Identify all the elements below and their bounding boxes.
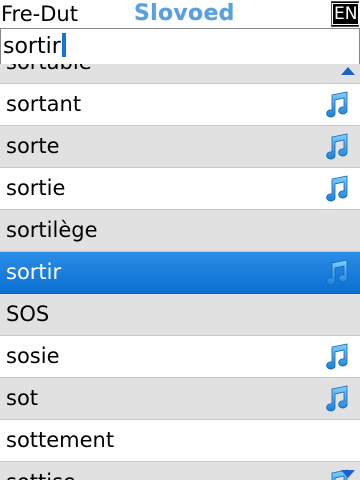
language-toggle-label: EN [332, 3, 360, 25]
list-item[interactable]: SOS [0, 294, 360, 336]
list-item-word: sorte [6, 134, 60, 158]
app-title: Slovoed [134, 1, 235, 26]
list-item[interactable]: sortant [0, 84, 360, 126]
audio-note-icon[interactable] [322, 343, 350, 371]
list-item[interactable]: sottise [0, 462, 360, 480]
list-item-word: sortilège [6, 218, 98, 242]
list-item-word: sortant [6, 92, 82, 116]
list-item-word: SOS [6, 302, 50, 326]
scroll-down-arrow-icon[interactable] [341, 470, 355, 478]
list-item[interactable]: sot [0, 378, 360, 420]
list-item-word: sortir [6, 260, 62, 284]
audio-note-icon[interactable] [322, 175, 350, 203]
audio-note-icon[interactable] [322, 91, 350, 119]
app-header: Fre-Dut Slovoed EN [0, 0, 360, 28]
list-item-word: sottise [6, 462, 76, 480]
list-item[interactable]: sortilège [0, 210, 360, 252]
list-item-word: sortie [6, 176, 66, 200]
list-item[interactable]: sortie [0, 168, 360, 210]
scroll-up-arrow-icon[interactable] [341, 67, 355, 75]
list-item-word: sot [6, 386, 39, 410]
list-item[interactable]: sortir [0, 252, 360, 294]
list-item[interactable]: sottement [0, 420, 360, 462]
list-item[interactable]: sosie [0, 336, 360, 378]
list-item-word: sottement [6, 428, 115, 452]
list-item-word: sortable [6, 64, 92, 82]
list-item[interactable]: sorte [0, 126, 360, 168]
word-list[interactable]: sortable sortant sorte sortie sortilège sorti… [0, 64, 360, 480]
search-value: sortir [3, 34, 61, 59]
audio-note-icon[interactable] [322, 385, 350, 413]
text-caret [61, 33, 66, 57]
language-toggle-button[interactable]: EN [331, 1, 360, 27]
search-input[interactable]: sortir [0, 28, 360, 66]
list-item[interactable]: sortable [0, 64, 360, 84]
list-item-word: sosie [6, 344, 60, 368]
language-pair[interactable]: Fre-Dut [1, 1, 78, 27]
audio-note-icon[interactable] [322, 259, 350, 287]
audio-note-icon[interactable] [322, 133, 350, 161]
